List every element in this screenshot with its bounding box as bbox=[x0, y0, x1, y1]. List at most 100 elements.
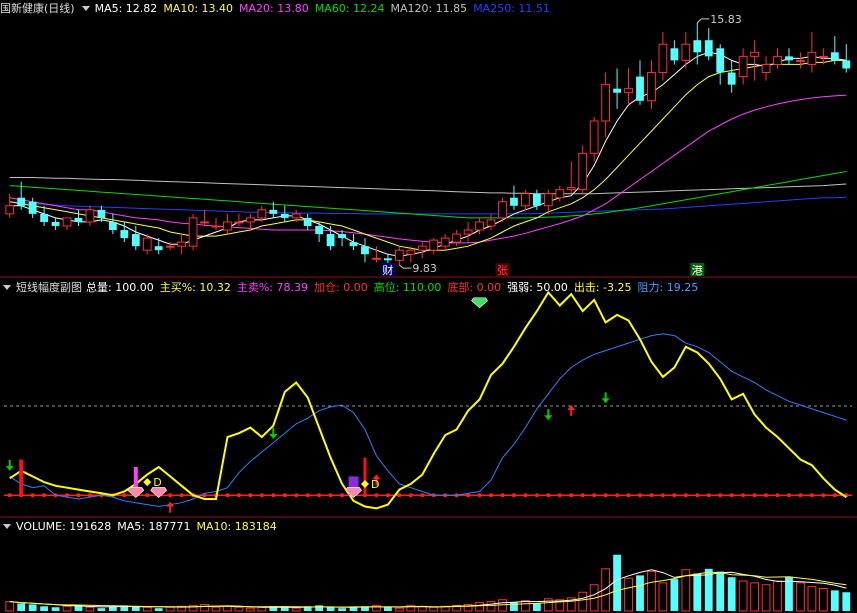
candle-body bbox=[62, 217, 72, 227]
baseline-dot bbox=[592, 493, 597, 498]
buy-arrow-icon bbox=[567, 404, 576, 416]
volume-bar bbox=[532, 603, 541, 611]
volume-bar bbox=[761, 584, 771, 612]
candle-body bbox=[738, 55, 748, 78]
candle-body bbox=[234, 221, 244, 224]
candle-body bbox=[463, 229, 473, 235]
candle-body bbox=[372, 257, 381, 260]
baseline-dot bbox=[672, 493, 677, 498]
volume-bar bbox=[257, 606, 267, 612]
candle-body bbox=[108, 221, 117, 231]
candle-body bbox=[131, 234, 140, 247]
volume-bar bbox=[818, 588, 828, 612]
candle-body bbox=[17, 197, 26, 206]
volume-bar bbox=[154, 608, 163, 611]
candle-body bbox=[165, 245, 175, 248]
candle-body bbox=[5, 205, 15, 215]
candle-body bbox=[303, 217, 312, 226]
volume-bar bbox=[807, 586, 817, 612]
volume-bar bbox=[475, 602, 484, 612]
legend-bottom: 底部: 0.00 bbox=[447, 281, 502, 294]
baseline-dot bbox=[798, 493, 803, 498]
sell-arrow-icon bbox=[601, 392, 610, 404]
candle-body bbox=[280, 213, 289, 218]
buy-arrow-icon bbox=[166, 501, 175, 513]
legend-main-buy: 主买%: 10.32 bbox=[159, 281, 231, 294]
volume-bar bbox=[636, 575, 644, 611]
candle-body bbox=[40, 213, 49, 222]
indicator-title[interactable]: 短线幅度副图 bbox=[16, 281, 82, 294]
volume-bar bbox=[647, 571, 656, 612]
baseline-dot bbox=[741, 493, 746, 498]
candle-body bbox=[658, 43, 668, 74]
dropdown-icon[interactable] bbox=[81, 2, 91, 12]
baseline-dot bbox=[236, 493, 241, 498]
candle-body bbox=[406, 249, 416, 255]
legend-attack: 出击: -3.25 bbox=[573, 281, 632, 294]
baseline-dot bbox=[385, 493, 390, 498]
baseline-dot bbox=[569, 493, 574, 498]
candle-body bbox=[842, 60, 851, 69]
candle-body bbox=[223, 221, 232, 231]
candle-body bbox=[361, 246, 369, 255]
baseline-dot bbox=[282, 493, 287, 498]
ma250-line bbox=[9, 196, 847, 215]
baseline-dot bbox=[248, 493, 253, 498]
candle-body bbox=[475, 221, 484, 231]
baseline-dot bbox=[683, 493, 688, 498]
candle-body bbox=[154, 246, 163, 251]
volume-bar bbox=[372, 604, 381, 612]
candle-body bbox=[818, 55, 828, 58]
d-signal-label: D bbox=[153, 476, 161, 489]
baseline-dot bbox=[638, 493, 642, 498]
candle-body bbox=[452, 233, 462, 243]
sell-arrow-icon-head bbox=[601, 398, 610, 404]
ma120-line bbox=[9, 177, 847, 195]
legend-total: 总量: 100.00 bbox=[86, 281, 154, 294]
candle-body bbox=[326, 234, 335, 247]
baseline-dot bbox=[30, 493, 35, 498]
candle-body bbox=[785, 56, 793, 61]
candle-body bbox=[257, 209, 267, 219]
baseline-dot bbox=[179, 493, 184, 498]
candle-body bbox=[807, 51, 817, 65]
baseline-dot bbox=[764, 493, 769, 498]
legend-ma120: MA120: 11.85 bbox=[390, 2, 468, 15]
candle-body bbox=[601, 84, 611, 122]
volume-bar bbox=[796, 582, 805, 612]
sell-arrow-icon-head bbox=[269, 433, 278, 439]
baseline-dot bbox=[523, 493, 528, 498]
baseline-dot bbox=[718, 493, 723, 498]
baseline-dot bbox=[489, 493, 494, 498]
baseline-dot bbox=[615, 493, 620, 498]
candle-body bbox=[543, 193, 553, 207]
volume-bar bbox=[211, 606, 221, 612]
candle-body bbox=[383, 258, 392, 261]
candle-body bbox=[211, 225, 221, 228]
volume-bar bbox=[670, 579, 679, 611]
baseline-dot bbox=[259, 493, 264, 498]
dropdown-icon[interactable] bbox=[2, 520, 12, 530]
stock-title[interactable]: 国新健康(日线) bbox=[0, 2, 75, 15]
candle-body bbox=[177, 241, 187, 247]
baseline-dot bbox=[317, 493, 322, 498]
volume-bar bbox=[291, 607, 301, 612]
volume-bar bbox=[17, 603, 26, 611]
baseline-dot bbox=[340, 493, 345, 498]
d-signal-label: D bbox=[371, 478, 379, 491]
candle-body bbox=[51, 221, 60, 226]
baseline-dot bbox=[695, 493, 700, 498]
candle-body bbox=[200, 221, 209, 224]
candle-body bbox=[74, 217, 83, 222]
dropdown-icon[interactable] bbox=[2, 281, 12, 291]
candle-body bbox=[510, 197, 518, 206]
candle-body bbox=[681, 43, 691, 61]
baseline-dot bbox=[706, 493, 711, 498]
candle-body bbox=[636, 76, 644, 101]
volume-bar bbox=[693, 573, 702, 611]
candle-body bbox=[315, 225, 324, 235]
baseline-dot bbox=[752, 493, 757, 498]
candle-body bbox=[440, 237, 450, 247]
legend-ma250: MA250: 11.51 bbox=[473, 2, 550, 15]
volume-bar bbox=[62, 605, 72, 612]
